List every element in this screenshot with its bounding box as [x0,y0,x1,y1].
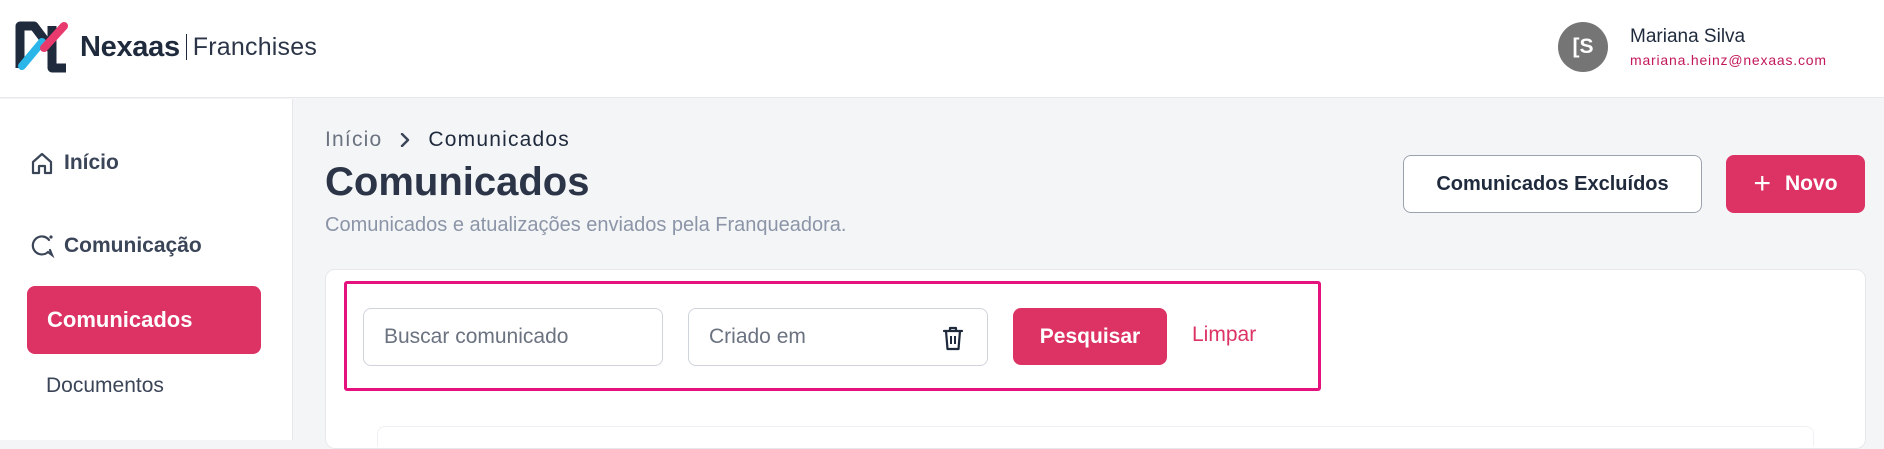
sidebar-item-label: Documentos [46,374,164,397]
user-info: Mariana Silva mariana.heinz@nexaas.com [1630,26,1827,68]
sidebar-item-documentos[interactable]: Documentos [46,374,164,398]
sidebar-item-label: Comunicados [47,307,193,332]
trash-icon[interactable] [941,325,965,351]
chevron-right-icon [401,133,410,147]
brand-name: Nexaas [80,30,180,63]
deleted-announcements-button[interactable]: Comunicados Excluídos [1403,155,1702,213]
plus-icon: + [1753,167,1772,200]
date-placeholder: Criado em [709,325,806,348]
search-placeholder: Buscar comunicado [384,325,569,348]
sidebar: Início Comunicação Comunicados Documento… [0,99,293,440]
new-announcement-button[interactable]: + Novo [1726,155,1865,213]
sidebar-item-label: Início [64,151,119,174]
sidebar-item-comunicados[interactable]: Comunicados [27,286,261,354]
nexaas-logo-icon [15,21,68,73]
breadcrumb: Início Comunicados [325,128,570,152]
announcements-list-card [377,426,1814,446]
user-name: Mariana Silva [1630,26,1746,47]
user-email: mariana.heinz@nexaas.com [1630,52,1827,68]
clear-link[interactable]: Limpar [1192,323,1256,347]
top-bar: Nexaas Franchises [S Mariana Silva maria… [0,0,1884,98]
created-date-input[interactable]: Criado em [688,308,988,366]
brand-divider [185,34,187,60]
chat-icon [31,235,55,259]
new-button-label: Novo [1785,172,1838,195]
page-title: Comunicados [325,160,590,204]
brand-subtitle: Franchises [192,32,318,61]
sidebar-item-comunicacao[interactable]: Comunicação [28,232,202,260]
sidebar-item-label: Comunicação [64,234,202,257]
search-button[interactable]: Pesquisar [1013,308,1167,365]
breadcrumb-home-link[interactable]: Início [325,128,382,152]
search-input[interactable]: Buscar comunicado [363,308,663,366]
nexaas-logo[interactable]: Nexaas Franchises [14,18,317,76]
sidebar-item-inicio[interactable]: Início [28,149,119,177]
breadcrumb-current: Comunicados [428,128,571,151]
user-menu[interactable]: [S Mariana Silva mariana.heinz@nexaas.co… [1558,22,1827,72]
avatar[interactable]: [S [1558,22,1608,72]
page-subtitle: Comunicados e atualizações enviados pela… [325,214,847,236]
home-icon [31,152,53,175]
